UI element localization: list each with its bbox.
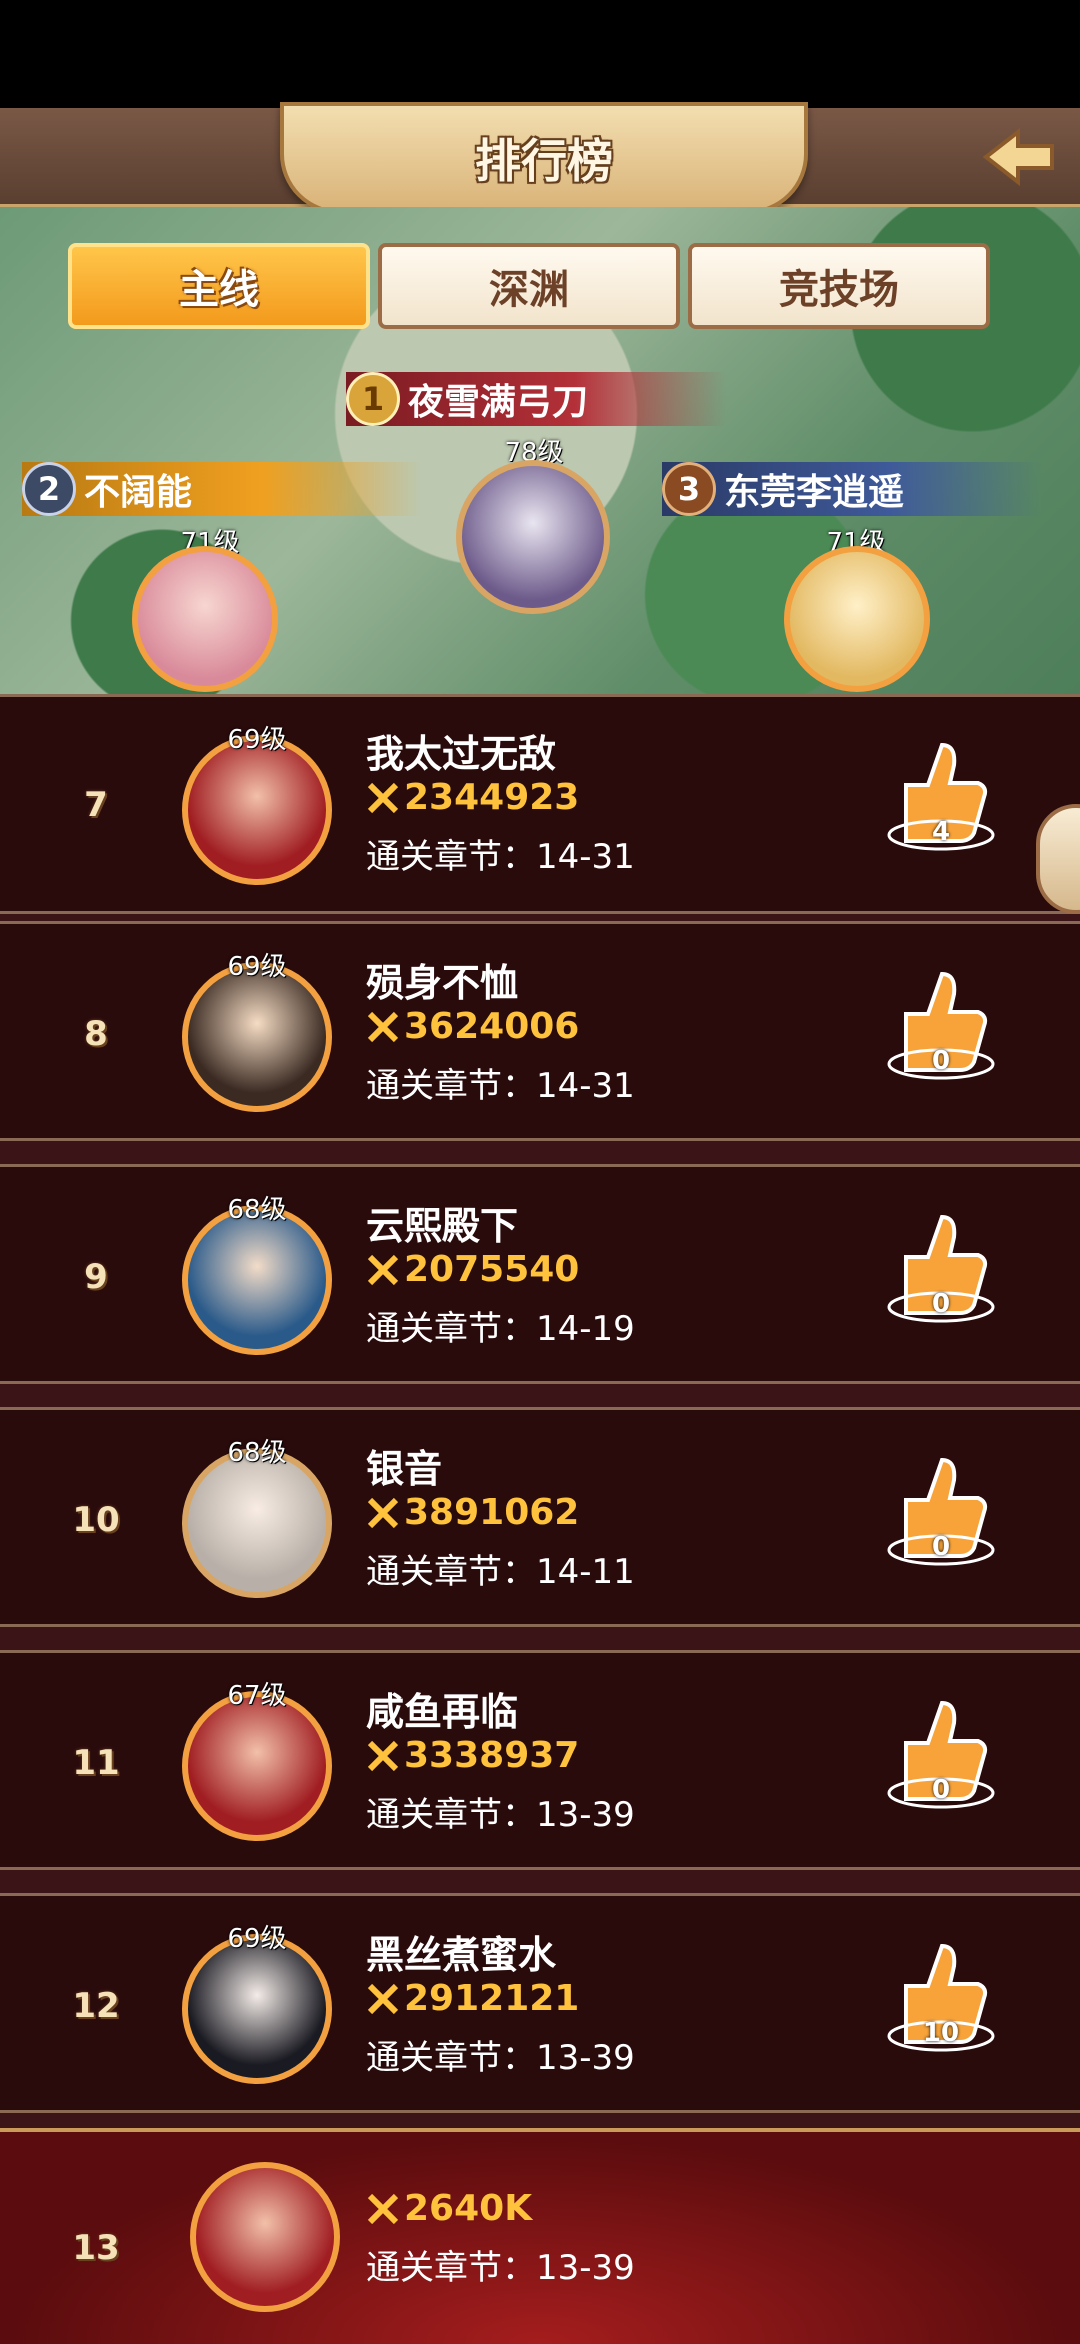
avatar[interactable] xyxy=(182,1691,332,1841)
cleared-chapter: 通关章节：13-39 xyxy=(366,2038,635,2078)
back-arrow-icon xyxy=(982,127,1054,187)
podium-second-banner: 2 不阔能 xyxy=(22,462,422,516)
like-count: 0 xyxy=(931,1532,951,1562)
table-row[interactable]: 10 68级 银音 3891062 通关章节：14-11 0 xyxy=(0,1407,1080,1627)
avatar[interactable] xyxy=(182,1448,332,1598)
rank-number: 8 xyxy=(84,1014,108,1054)
table-row[interactable]: 9 68级 云熙殿下 2075540 通关章节：14-19 0 xyxy=(0,1164,1080,1384)
avatar[interactable] xyxy=(182,735,332,885)
my-avatar[interactable] xyxy=(190,2162,340,2312)
tab-arena[interactable]: 竞技场 xyxy=(688,243,990,329)
podium-first-name: 夜雪满弓刀 xyxy=(408,382,589,423)
avatar[interactable] xyxy=(182,1205,332,1355)
podium-third-name: 东莞李逍遥 xyxy=(724,472,905,513)
combat-power-value: 2075540 xyxy=(404,1249,580,1290)
combat-power: 3624006 xyxy=(366,1006,579,1047)
rank-number: 12 xyxy=(72,1986,120,2026)
tab-abyss[interactable]: 深渊 xyxy=(378,243,680,329)
player-name: 黑丝煮蜜水 xyxy=(366,1933,557,1977)
podium-third-avatar[interactable] xyxy=(784,546,930,692)
combat-power: 2075540 xyxy=(366,1249,579,1290)
player-name: 我太过无敌 xyxy=(366,732,557,776)
rank-number: 10 xyxy=(72,1500,120,1540)
avatar[interactable] xyxy=(182,962,332,1112)
avatar[interactable] xyxy=(182,1934,332,2084)
ranking-list[interactable]: 7 69级 我太过无敌 2344923 通关章节：14-31 4 8 69级 殒… xyxy=(0,694,1080,2340)
like-count: 0 xyxy=(931,1046,951,1076)
combat-power: 2912121 xyxy=(366,1978,579,2019)
crossed-swords-icon xyxy=(367,1740,399,1771)
like-count: 10 xyxy=(922,2018,960,2048)
player-level: 68级 xyxy=(227,1438,287,1468)
my-combat-power: 2640K xyxy=(366,2188,532,2229)
player-level: 68级 xyxy=(227,1195,287,1225)
like-count: 0 xyxy=(931,1775,951,1805)
my-combat-power-value: 2640K xyxy=(404,2188,533,2229)
combat-power-value: 3338937 xyxy=(404,1735,580,1776)
table-row[interactable]: 11 67级 咸鱼再临 3338937 通关章节：13-39 0 xyxy=(0,1650,1080,1870)
tab-main[interactable]: 主线 xyxy=(68,243,370,329)
table-row[interactable]: 8 69级 殒身不恤 3624006 通关章节：14-31 0 xyxy=(0,921,1080,1141)
rank-medal-3: 3 xyxy=(662,462,716,516)
crossed-swords-icon xyxy=(367,1011,399,1042)
like-button[interactable]: 0 xyxy=(886,964,996,1084)
table-row[interactable]: 12 69级 黑丝煮蜜水 2912121 通关章节：13-39 10 xyxy=(0,1893,1080,2113)
like-button[interactable]: 0 xyxy=(886,1450,996,1570)
player-level: 69级 xyxy=(227,952,287,982)
page-title: 排行榜 xyxy=(475,134,613,188)
crossed-swords-icon xyxy=(367,1254,399,1285)
combat-power: 2344923 xyxy=(366,777,579,818)
table-row[interactable]: 7 69级 我太过无敌 2344923 通关章节：14-31 4 xyxy=(0,694,1080,914)
like-button[interactable]: 0 xyxy=(886,1693,996,1813)
like-button[interactable]: 4 xyxy=(886,735,996,855)
rank-number: 7 xyxy=(84,785,108,825)
podium-first-banner: 1 夜雪满弓刀 xyxy=(346,372,726,426)
back-button[interactable] xyxy=(978,122,1058,192)
player-name: 云熙殿下 xyxy=(366,1204,519,1248)
title-plaque: 排行榜 xyxy=(280,102,808,214)
combat-power: 3891062 xyxy=(366,1492,579,1533)
rank-number: 11 xyxy=(72,1743,120,1783)
like-count: 4 xyxy=(931,817,951,847)
podium-second-avatar[interactable] xyxy=(132,546,278,692)
crossed-swords-icon xyxy=(367,2193,399,2224)
like-button[interactable]: 10 xyxy=(886,1936,996,2056)
player-level: 69级 xyxy=(227,1924,287,1954)
status-bar-area xyxy=(0,0,1080,108)
rank-medal-1: 1 xyxy=(346,372,400,426)
podium-third-banner: 3 东莞李逍遥 xyxy=(662,462,1042,516)
combat-power-value: 2344923 xyxy=(404,777,580,818)
cleared-chapter: 通关章节：14-11 xyxy=(366,1552,635,1592)
crossed-swords-icon xyxy=(367,1497,399,1528)
cleared-chapter: 通关章节：13-39 xyxy=(366,1795,635,1835)
rank-medal-2: 2 xyxy=(22,462,76,516)
player-level: 67级 xyxy=(227,1681,287,1711)
header-bar: 排行榜 xyxy=(0,102,1080,214)
player-name: 银音 xyxy=(366,1447,443,1491)
cleared-chapter: 通关章节：14-19 xyxy=(366,1309,635,1349)
combat-power-value: 3891062 xyxy=(404,1492,580,1533)
ranking-tabs: 主线 深渊 竞技场 xyxy=(68,243,990,329)
my-rank-number: 13 xyxy=(72,2228,120,2268)
combat-power-value: 2912121 xyxy=(404,1978,580,2019)
my-cleared-chapter: 通关章节：13-39 xyxy=(366,2248,635,2288)
podium-second-name: 不阔能 xyxy=(84,472,193,513)
crossed-swords-icon xyxy=(367,782,399,813)
podium-first-avatar[interactable] xyxy=(456,460,610,614)
my-rank-row: 13 2640K 通关章节：13-39 xyxy=(0,2128,1080,2344)
combat-power: 3338937 xyxy=(366,1735,579,1776)
like-button[interactable]: 0 xyxy=(886,1207,996,1327)
crossed-swords-icon xyxy=(367,1983,399,2014)
combat-power-value: 3624006 xyxy=(404,1006,580,1047)
player-name: 咸鱼再临 xyxy=(366,1690,519,1734)
player-name: 殒身不恤 xyxy=(366,961,519,1005)
cleared-chapter: 通关章节：14-31 xyxy=(366,837,635,877)
player-level: 69级 xyxy=(227,725,287,755)
rank-number: 9 xyxy=(84,1257,108,1297)
cleared-chapter: 通关章节：14-31 xyxy=(366,1066,635,1106)
like-count: 0 xyxy=(931,1289,951,1319)
